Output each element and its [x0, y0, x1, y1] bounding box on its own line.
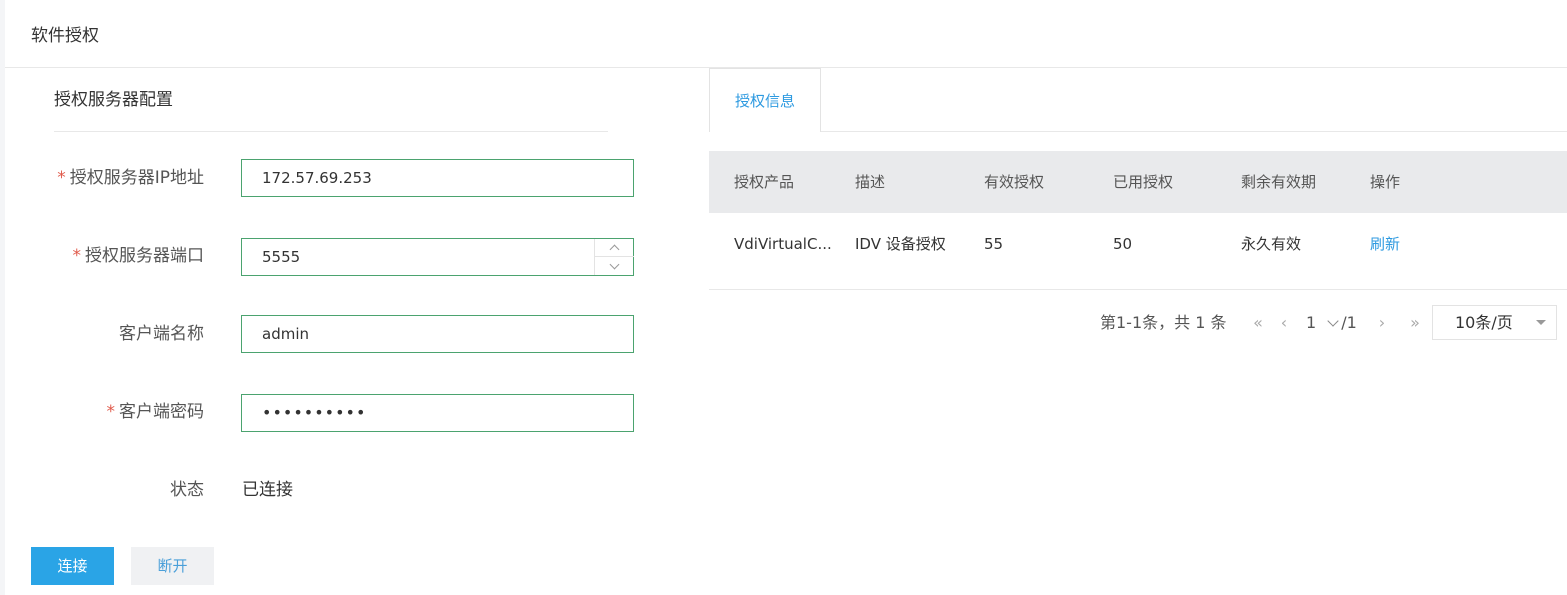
ip-label: * 授权服务器IP地址: [57, 168, 204, 188]
ip-input[interactable]: 172.57.69.253: [241, 159, 634, 197]
client-password-label: * 客户端密码: [106, 402, 205, 422]
column-header-remaining: 剩余有效期: [1241, 173, 1317, 191]
chevron-down-icon: [609, 259, 620, 269]
connect-button[interactable]: 连接: [31, 547, 114, 585]
total-pages: /1: [1341, 313, 1357, 332]
page-size-select[interactable]: 10条/页: [1432, 305, 1557, 340]
page-title: 软件授权: [31, 26, 99, 46]
refresh-link[interactable]: 刷新: [1370, 213, 1450, 275]
chevron-right-icon[interactable]: ›: [1372, 311, 1392, 335]
status-label: 状态: [170, 480, 204, 500]
current-page-select[interactable]: 1 /1: [1306, 311, 1357, 335]
tab-bar-divider: [709, 131, 1567, 132]
port-stepper-controls: [594, 239, 634, 275]
cell-product: VdiVirtualC...: [734, 235, 832, 253]
disconnect-button[interactable]: 断开: [131, 547, 214, 585]
pagination-summary: 第1-1条，共 1 条: [1100, 313, 1227, 332]
client-name-label: 客户端名称: [119, 324, 204, 344]
current-page: 1: [1306, 313, 1317, 332]
column-header-valid: 有效授权: [984, 173, 1045, 191]
stepper-down-button[interactable]: [595, 257, 634, 275]
client-name-input[interactable]: admin: [241, 315, 634, 353]
column-header-product: 授权产品: [734, 173, 795, 191]
double-chevron-right-icon[interactable]: »: [1403, 311, 1427, 335]
tab-license-info[interactable]: 授权信息: [709, 68, 821, 132]
client-password-input[interactable]: ••••••••••: [241, 394, 634, 432]
required-marker: *: [57, 168, 66, 188]
caret-down-icon: [1536, 320, 1546, 325]
cell-description: IDV 设备授权: [855, 235, 946, 253]
config-section-title: 授权服务器配置: [54, 90, 173, 110]
chevron-down-icon: [1327, 315, 1339, 327]
port-value: 5555: [262, 248, 301, 266]
stepper-up-button[interactable]: [595, 239, 634, 257]
column-header-action: 操作: [1370, 173, 1401, 191]
chevron-up-icon: [609, 244, 620, 255]
cell-valid: 55: [984, 235, 1004, 253]
required-marker: *: [106, 402, 116, 422]
page-size-value: 10条/页: [1455, 313, 1513, 332]
cell-remaining: 永久有效: [1241, 235, 1302, 253]
column-header-used: 已用授权: [1113, 173, 1174, 191]
chevron-left-icon[interactable]: ‹: [1274, 311, 1294, 335]
status-value: 已连接: [242, 480, 293, 500]
page-left-edge: [0, 0, 5, 595]
cell-used: 50: [1113, 235, 1133, 253]
required-marker: *: [72, 246, 82, 266]
table-bottom-divider: [709, 289, 1567, 290]
double-chevron-left-icon[interactable]: «: [1246, 311, 1270, 335]
port-stepper[interactable]: 5555: [241, 238, 634, 276]
config-section-divider: [54, 131, 608, 132]
column-header-description: 描述: [855, 173, 886, 191]
port-label: * 授权服务器端口: [72, 246, 205, 266]
